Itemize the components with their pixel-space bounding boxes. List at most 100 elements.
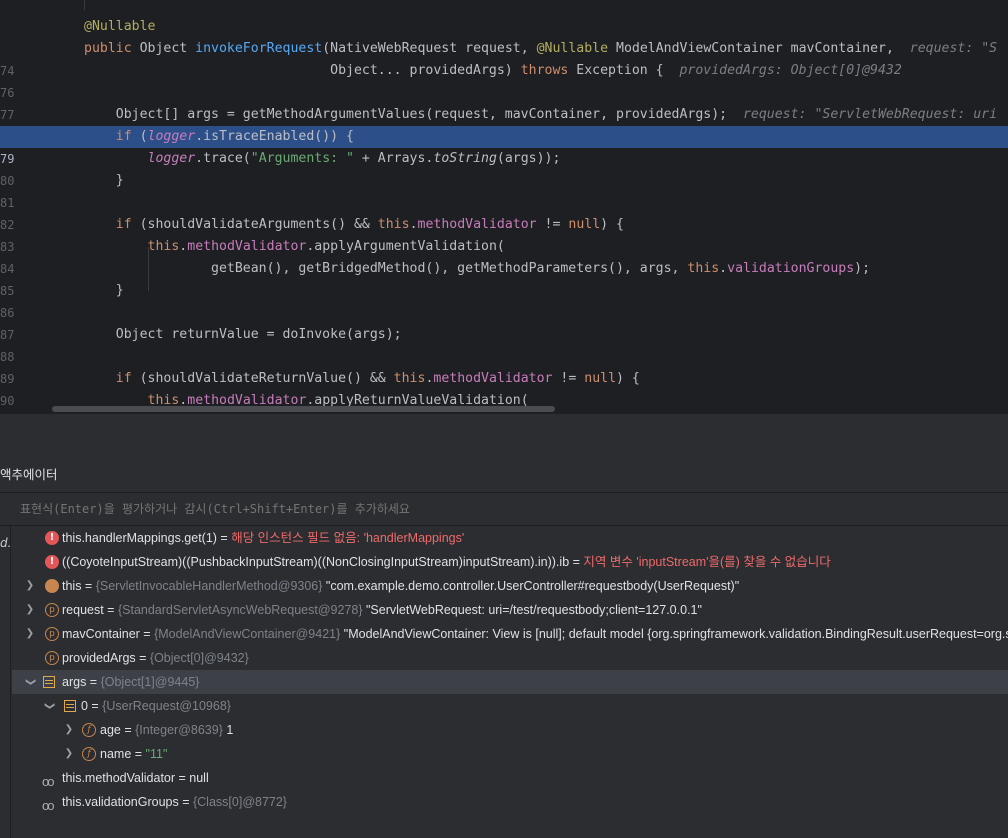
code-line[interactable]: 80 logger.trace("Arguments: " + Arrays.t… bbox=[0, 148, 1008, 188]
evaluate-expression-input[interactable] bbox=[10, 493, 1008, 525]
frame-hint: d. bbox=[0, 536, 12, 550]
code-line[interactable]: 76 Object... providedArgs) throws Except… bbox=[0, 60, 1008, 100]
parameter-icon: p bbox=[45, 627, 59, 641]
variable-name: ((CoyoteInputStream)((PushbackInputStrea… bbox=[62, 555, 570, 569]
array-icon bbox=[43, 676, 55, 688]
code-text: Object... providedArgs) throws Exception… bbox=[84, 63, 902, 78]
code-line[interactable]: 74 public Object invokeForRequest(Native… bbox=[0, 38, 1008, 78]
variable-row-age[interactable]: ❯ f age = {Integer@8639} 1 bbox=[12, 718, 1008, 742]
field-icon: f bbox=[82, 747, 96, 761]
object-icon bbox=[45, 579, 59, 593]
variable-name: request bbox=[62, 603, 104, 617]
variable-type: {Object[1]@9445} bbox=[100, 675, 200, 689]
parameter-icon: p bbox=[45, 603, 59, 617]
code-line[interactable]: 88 Object returnValue = doInvoke(args); bbox=[0, 324, 1008, 364]
chevron-right-icon[interactable]: ❯ bbox=[25, 598, 35, 622]
indent-guide bbox=[84, 0, 85, 10]
inline-debug-hint: request: "S bbox=[909, 41, 998, 56]
variable-row-mavcontainer[interactable]: ❯ p mavContainer = {ModelAndViewContaine… bbox=[12, 622, 1008, 646]
variable-error: 지역 변수 'inputStream'을(를) 찾을 수 없습니다 bbox=[583, 555, 831, 569]
code-line[interactable]: 78 Object[] args = getMethodArgumentValu… bbox=[0, 104, 1008, 144]
variable-value: "ModelAndViewContainer: View is [null]; … bbox=[343, 627, 1008, 641]
code-line[interactable]: 77 bbox=[0, 82, 1008, 122]
frames-strip[interactable] bbox=[0, 526, 11, 838]
variable-error: 해당 인스턴스 필드 없음: 'handlerMappings' bbox=[231, 531, 465, 545]
inline-debug-hint: request: "ServletWebRequest: uri bbox=[742, 107, 998, 122]
variable-row-this[interactable]: ❯ this = {ServletInvocableHandlerMethod@… bbox=[12, 574, 1008, 598]
chevron-right-icon[interactable]: ❯ bbox=[25, 622, 35, 646]
variable-type: {Object[0]@9432} bbox=[149, 651, 249, 665]
variable-type: {ModelAndViewContainer@9421} bbox=[154, 627, 341, 641]
code-line[interactable]: @Nullable bbox=[0, 16, 1008, 38]
code-line[interactable]: 83 if (shouldValidateArguments() && this… bbox=[0, 214, 1008, 254]
horizontal-scrollbar[interactable] bbox=[52, 406, 555, 412]
watch-error-row[interactable]: ! ((CoyoteInputStream)((PushbackInputStr… bbox=[12, 550, 1008, 574]
variable-name: name bbox=[100, 747, 132, 761]
variable-type: {ServletInvocableHandlerMethod@9306} bbox=[95, 579, 323, 593]
error-icon: ! bbox=[45, 531, 59, 545]
code-text: if (shouldValidateReturnValue() && this.… bbox=[115, 371, 640, 386]
code-text: } bbox=[84, 283, 124, 298]
variable-name: this.handlerMappings.get(1) bbox=[62, 531, 217, 545]
watch-row-validationgroups[interactable]: oo this.validationGroups = {Class[0]@877… bbox=[12, 790, 1008, 814]
variable-type: {Class[0]@8772} bbox=[192, 795, 287, 809]
variable-name: this bbox=[62, 579, 82, 593]
code-text: } bbox=[84, 173, 124, 188]
code-line[interactable]: 82 bbox=[0, 192, 1008, 232]
variable-name: args bbox=[62, 675, 87, 689]
variable-value: "11" bbox=[145, 747, 168, 761]
watch-error-row[interactable]: ! this.handlerMappings.get(1) = 해당 인스턴스 … bbox=[12, 526, 1008, 550]
code-text: logger.trace("Arguments: " + Arrays.toSt… bbox=[147, 151, 561, 166]
variable-name: age bbox=[100, 723, 121, 737]
code-line[interactable]: 84 this.methodValidator.applyArgumentVal… bbox=[0, 236, 1008, 276]
chevron-right-icon[interactable]: ❯ bbox=[25, 574, 35, 598]
variable-type: {UserRequest@10968} bbox=[102, 699, 231, 713]
expression-bar bbox=[0, 492, 1008, 526]
code-text: public Object invokeForRequest(NativeWeb… bbox=[84, 41, 998, 56]
code-line[interactable]: 86 } bbox=[0, 280, 1008, 320]
code-text: Object returnValue = doInvoke(args); bbox=[84, 327, 402, 342]
debug-variables-panel: 액추에이터 d. ! this.handlerMappings.get(1) =… bbox=[0, 458, 1008, 838]
inline-debug-hint: providedArgs: Object[0]@9432 bbox=[679, 63, 902, 78]
code-text: Object[] args = getMethodArgumentValues(… bbox=[84, 107, 998, 122]
code-text: getBean(), getBridgedMethod(), getMethod… bbox=[84, 261, 871, 276]
parameter-icon: p bbox=[45, 651, 59, 665]
watch-row-methodvalidator[interactable]: oo this.methodValidator = null bbox=[12, 766, 1008, 790]
variable-name: mavContainer bbox=[62, 627, 140, 641]
variable-row-request[interactable]: ❯ p request = {StandardServletAsyncWebRe… bbox=[12, 598, 1008, 622]
code-line[interactable]: 90 if (shouldValidateReturnValue() && th… bbox=[0, 368, 1008, 408]
chevron-down-icon[interactable]: ❯ bbox=[18, 677, 42, 687]
variable-row-args-0[interactable]: ❯ 0 = {UserRequest@10968} bbox=[12, 694, 1008, 718]
code-line[interactable]: 89 bbox=[0, 346, 1008, 386]
variable-type: {StandardServletAsyncWebRequest@9278} bbox=[117, 603, 363, 617]
code-text: if (shouldValidateArguments() && this.me… bbox=[115, 217, 624, 232]
panel-title: 액추에이터 bbox=[0, 467, 58, 482]
variable-row-name[interactable]: ❯ f name = "11" bbox=[12, 742, 1008, 766]
chevron-right-icon[interactable]: ❯ bbox=[64, 718, 74, 742]
variable-name: providedArgs bbox=[62, 651, 136, 665]
variable-name: this.methodValidator bbox=[62, 771, 176, 785]
current-execution-line[interactable]: 79 if (logger.isTraceEnabled()) { bbox=[0, 126, 1008, 166]
code-editor[interactable]: @Nullable 74 public Object invokeForRequ… bbox=[0, 0, 1008, 414]
chevron-right-icon[interactable]: ❯ bbox=[64, 742, 74, 766]
variable-name: this.validationGroups bbox=[62, 795, 179, 809]
watch-icon: oo bbox=[42, 798, 54, 813]
variable-value: null bbox=[189, 771, 209, 785]
variable-name: 0 bbox=[81, 699, 88, 713]
watch-icon: oo bbox=[42, 774, 54, 789]
chevron-down-icon[interactable]: ❯ bbox=[37, 701, 61, 711]
code-line[interactable]: 81 } bbox=[0, 170, 1008, 210]
code-text: this.methodValidator.applyArgumentValida… bbox=[147, 239, 505, 254]
error-icon: ! bbox=[45, 555, 59, 569]
code-line[interactable]: 87 bbox=[0, 302, 1008, 342]
code-line[interactable]: 85 getBean(), getBridgedMethod(), getMet… bbox=[0, 258, 1008, 298]
variable-row-args[interactable]: ❯ args = {Object[1]@9445} bbox=[12, 670, 1008, 694]
code-text: if (logger.isTraceEnabled()) { bbox=[115, 129, 354, 144]
code-text: @Nullable bbox=[84, 19, 156, 34]
variable-type: {Integer@8639} bbox=[135, 723, 223, 737]
variable-value: 1 bbox=[226, 723, 234, 737]
field-icon: f bbox=[82, 723, 96, 737]
variable-row-providedargs[interactable]: p providedArgs = {Object[0]@9432} bbox=[12, 646, 1008, 670]
variable-value: "ServletWebRequest: uri=/test/requestbod… bbox=[366, 603, 702, 617]
array-element-icon bbox=[64, 700, 76, 712]
